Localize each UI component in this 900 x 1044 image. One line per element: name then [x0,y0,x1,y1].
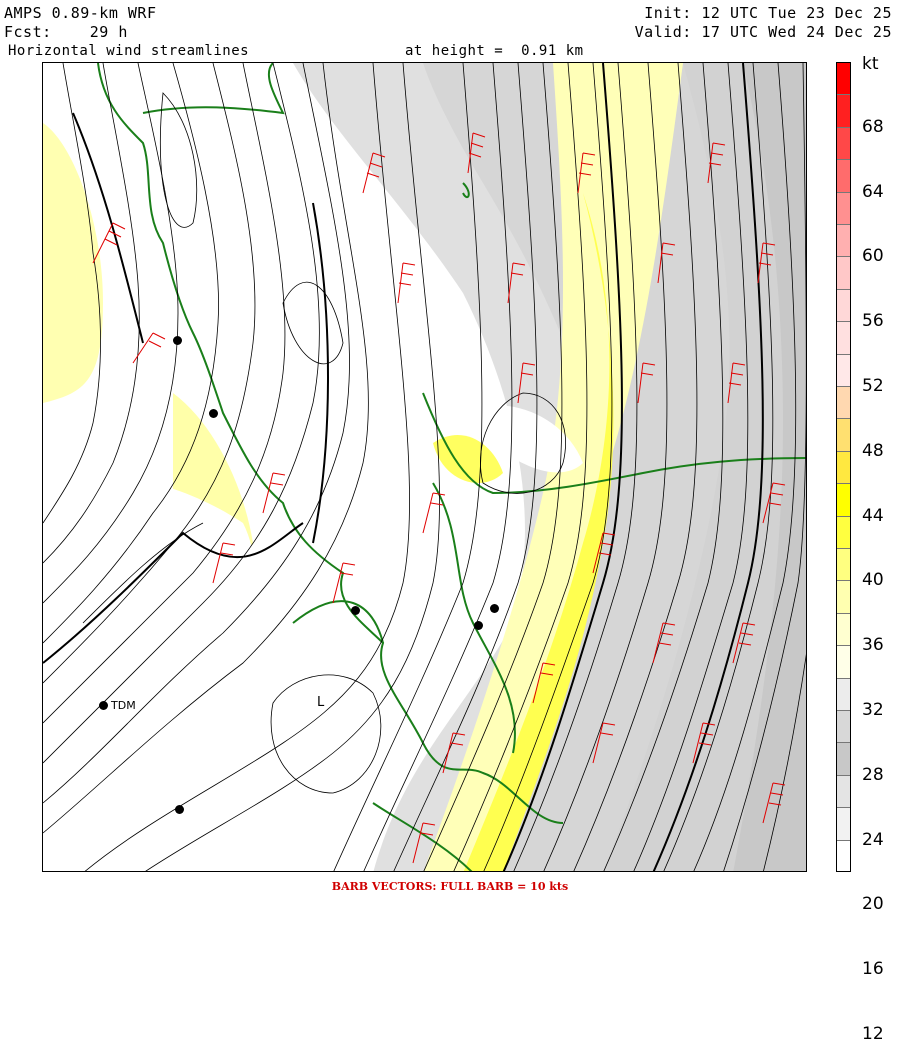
wind-speed-shading [43,63,806,871]
colorbar-segment [837,549,850,582]
colorbar-tick-label: 20 [862,894,884,915]
colorbar-tick-label: 28 [862,764,884,785]
colorbar-unit: kt [862,54,879,74]
colorbar-tick-label: 36 [862,635,884,656]
forecast-hour: Fcst: 29 h [4,23,128,41]
colorbar-segment [837,95,850,128]
colorbar-tick-label: 40 [862,570,884,591]
colorbar-tick-label: 68 [862,116,884,137]
wind-map: TDM L [42,62,807,872]
colorbar-segment [837,581,850,614]
colorbar-segment [837,516,850,549]
map-canvas [43,63,806,871]
station-marker [99,701,108,710]
colorbar-tick-label: 56 [862,311,884,332]
colorbar-segment [837,451,850,485]
colorbar-segment [837,613,850,647]
model-title: AMPS 0.89-km WRF [4,4,157,22]
valid-time: Valid: 17 UTC Wed 24 Dec 25 [634,23,892,41]
colorbar-segment [837,127,850,161]
field-title: Horizontal wind streamlines [8,43,250,59]
height-label: at height = 0.91 km [405,43,584,59]
colorbar-segment [837,192,850,225]
station-marker [351,606,360,615]
colorbar-segment [837,322,850,355]
colorbar-tick-label: 32 [862,700,884,720]
colorbar-tick-label: 64 [862,181,884,202]
station-label-tdm: TDM [111,699,136,712]
colorbar-segment [837,775,850,809]
colorbar-segment [837,354,850,387]
colorbar-segment [837,225,850,258]
station-marker [175,805,184,814]
colorbar-tick-label: 12 [862,1024,884,1044]
station-marker [209,409,218,418]
colorbar-segment [837,484,850,517]
colorbar-tick-label: 24 [862,829,884,850]
colorbar-segment [837,840,850,871]
station-marker [173,336,182,345]
colorbar-segment [837,419,850,452]
colorbar-segment [837,289,850,323]
init-time: Init: 12 UTC Tue 23 Dec 25 [644,4,892,22]
colorbar-segment [837,387,850,420]
colorbar-tick-label: 60 [862,246,884,267]
colorbar-tick-label: 16 [862,959,884,980]
speed-colorbar [836,62,851,872]
low-pressure-marker: L [317,695,325,710]
colorbar-segment [837,678,850,711]
colorbar-tick-label: 44 [862,505,884,526]
colorbar-segment [837,160,850,193]
colorbar-segment [837,743,850,776]
colorbar-segment [837,808,850,841]
barb-legend: BARB VECTORS: FULL BARB = 10 kts [331,880,569,893]
colorbar-segment [837,63,850,96]
colorbar-segment [837,646,850,679]
colorbar-tick-label: 48 [862,440,884,461]
colorbar-segment [837,257,850,290]
colorbar-segment [837,711,850,744]
station-marker [490,604,499,613]
colorbar-tick-label: 52 [862,376,884,396]
station-marker [474,621,483,630]
